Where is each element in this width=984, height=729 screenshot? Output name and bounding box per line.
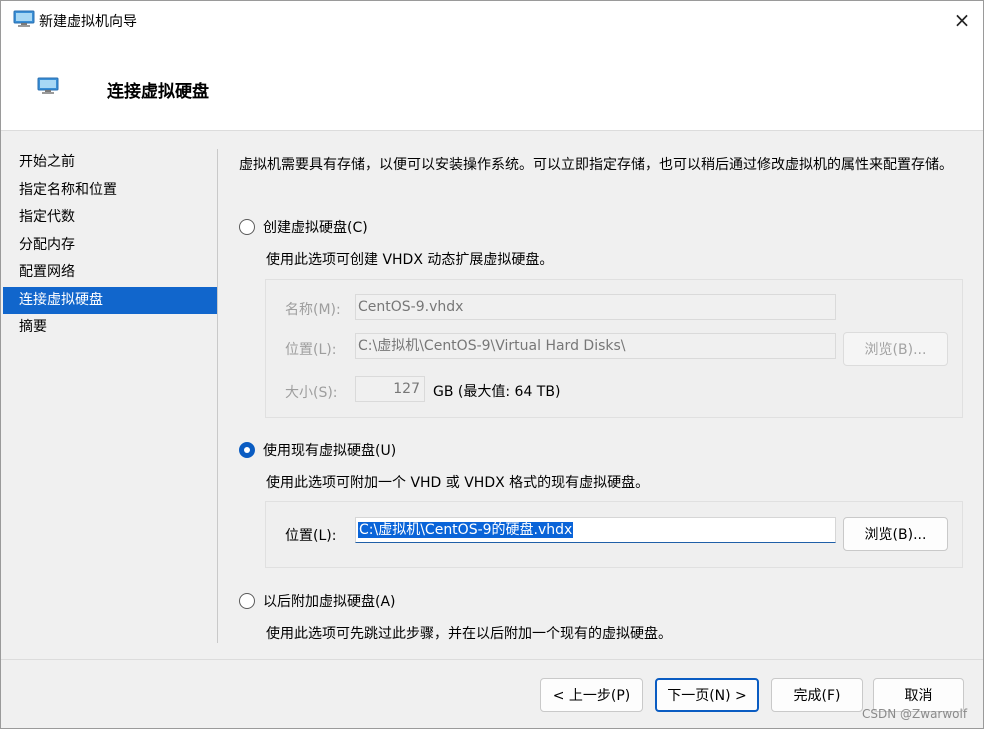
hyperv-vm-icon bbox=[13, 10, 35, 28]
step-generation[interactable]: 指定代数 bbox=[3, 204, 217, 232]
step-summary[interactable]: 摘要 bbox=[3, 314, 217, 342]
watermark: CSDN @Zwarwolf bbox=[862, 707, 968, 721]
attach-later-radio[interactable] bbox=[239, 593, 255, 609]
location-field[interactable]: C:\虚拟机\CentOS-9\Virtual Hard Disks\ bbox=[355, 333, 836, 359]
browse-button-create[interactable]: 浏览(B)... bbox=[843, 332, 948, 366]
attach-later-label: 以后附加虚拟硬盘(A) bbox=[263, 594, 396, 610]
size-unit: GB (最大值: 64 TB) bbox=[433, 384, 561, 400]
create-vhd-option[interactable]: 创建虚拟硬盘(C) bbox=[239, 217, 368, 237]
hyperv-vm-icon bbox=[37, 77, 59, 95]
name-label: 名称(M): bbox=[285, 302, 341, 318]
title-bar: 新建虚拟机向导 × bbox=[1, 1, 983, 39]
create-vhd-description: 使用此选项可创建 VHDX 动态扩展虚拟硬盘。 bbox=[266, 252, 554, 268]
footer-divider bbox=[1, 659, 983, 660]
use-existing-vhd-option[interactable]: 使用现有虚拟硬盘(U) bbox=[239, 440, 396, 460]
attach-later-description: 使用此选项可先跳过此步骤，并在以后附加一个现有的虚拟硬盘。 bbox=[266, 626, 672, 642]
use-existing-vhd-description: 使用此选项可附加一个 VHD 或 VHDX 格式的现有虚拟硬盘。 bbox=[266, 475, 650, 491]
wizard-header: 连接虚拟硬盘 bbox=[1, 39, 983, 131]
size-field[interactable]: 127 bbox=[355, 376, 425, 402]
step-before-you-begin[interactable]: 开始之前 bbox=[3, 149, 217, 177]
use-existing-vhd-label: 使用现有虚拟硬盘(U) bbox=[263, 443, 397, 459]
previous-button[interactable]: < 上一步(P) bbox=[540, 678, 643, 712]
existing-location-label: 位置(L): bbox=[285, 528, 337, 544]
attach-later-option[interactable]: 以后附加虚拟硬盘(A) bbox=[239, 591, 396, 611]
finish-button[interactable]: 完成(F) bbox=[771, 678, 863, 712]
existing-location-value: C:\虚拟机\CentOS-9的硬盘.vhdx bbox=[358, 522, 574, 538]
next-button[interactable]: 下一页(N) > bbox=[655, 678, 759, 712]
size-label: 大小(S): bbox=[285, 385, 338, 401]
wizard-window: 新建虚拟机向导 × 连接虚拟硬盘 开始之前 指定名称和位置 指定代数 分配内存 … bbox=[0, 0, 984, 729]
page-title: 连接虚拟硬盘 bbox=[107, 82, 209, 102]
step-networking[interactable]: 配置网络 bbox=[3, 259, 217, 287]
name-field[interactable]: CentOS-9.vhdx bbox=[355, 294, 836, 320]
create-vhd-group: 名称(M): CentOS-9.vhdx 位置(L): C:\虚拟机\CentO… bbox=[265, 279, 963, 418]
close-icon[interactable]: × bbox=[939, 1, 984, 39]
step-connect-vhd[interactable]: 连接虚拟硬盘 bbox=[3, 286, 217, 314]
wizard-steps-nav: 开始之前 指定名称和位置 指定代数 分配内存 配置网络 连接虚拟硬盘 摘要 bbox=[3, 149, 217, 342]
step-memory[interactable]: 分配内存 bbox=[3, 232, 217, 260]
window-title: 新建虚拟机向导 bbox=[39, 14, 137, 30]
use-existing-vhd-radio[interactable] bbox=[239, 442, 255, 458]
existing-vhd-group: 位置(L): C:\虚拟机\CentOS-9的硬盘.vhdx 浏览(B)... bbox=[265, 501, 963, 568]
step-name-and-location[interactable]: 指定名称和位置 bbox=[3, 177, 217, 205]
create-vhd-radio[interactable] bbox=[239, 219, 255, 235]
location-label: 位置(L): bbox=[285, 342, 337, 358]
create-vhd-label: 创建虚拟硬盘(C) bbox=[263, 220, 368, 236]
nav-divider bbox=[217, 149, 218, 643]
page-description: 虚拟机需要具有存储，以便可以安装操作系统。可以立即指定存储，也可以稍后通过修改虚… bbox=[239, 157, 953, 173]
existing-location-field[interactable]: C:\虚拟机\CentOS-9的硬盘.vhdx bbox=[355, 517, 836, 543]
browse-button-existing[interactable]: 浏览(B)... bbox=[843, 517, 948, 551]
